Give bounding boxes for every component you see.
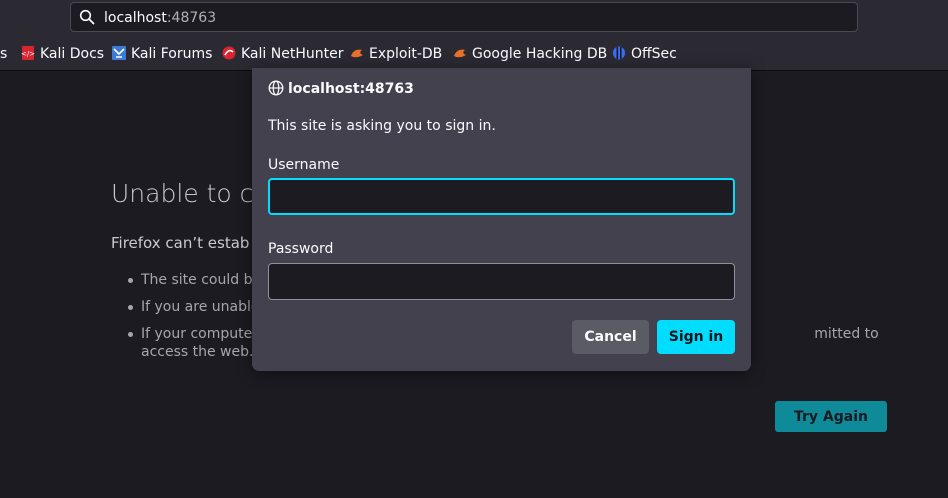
bookmark-label: OffSec xyxy=(631,46,677,62)
browser-toolbar: localhost:48763 s </> Kali Docs Kali For… xyxy=(0,0,948,71)
bookmark-label: s xyxy=(0,46,8,62)
bookmark-offsec[interactable]: OffSec xyxy=(612,44,677,64)
exploit-db-icon xyxy=(454,49,466,58)
kali-docs-icon: </> xyxy=(21,46,35,60)
dialog-origin: localhost:48763 xyxy=(268,80,414,97)
bookmark-google-hacking-db[interactable]: Google Hacking DB xyxy=(453,44,607,64)
password-label: Password xyxy=(268,241,334,257)
bookmark-label: Kali Docs xyxy=(40,46,105,62)
username-field[interactable] xyxy=(268,178,735,215)
url-bar[interactable]: localhost:48763 xyxy=(70,2,858,32)
username-label: Username xyxy=(268,157,340,173)
bookmark-truncated[interactable]: s xyxy=(0,44,7,64)
offsec-icon xyxy=(613,46,625,60)
sign-in-button[interactable]: Sign in xyxy=(657,320,735,354)
dialog-message: This site is asking you to sign in. xyxy=(268,118,496,134)
error-title: Unable to co xyxy=(111,179,269,208)
kali-forums-icon xyxy=(112,46,126,60)
dialog-origin-text: localhost:48763 xyxy=(288,81,414,97)
globe-icon xyxy=(268,80,284,96)
bookmark-label: Kali Forums xyxy=(131,46,213,62)
bookmark-label: Kali NetHunter xyxy=(241,46,344,62)
search-icon xyxy=(79,9,95,25)
sign-in-dialog: localhost:48763 This site is asking you … xyxy=(252,68,751,371)
url-port: :48763 xyxy=(166,10,217,26)
bookmark-kali-forums[interactable]: Kali Forums xyxy=(112,44,212,64)
error-description: Firefox can’t estab xyxy=(111,234,250,252)
bookmarks-toolbar: s </> Kali Docs Kali Forums Kali NetHunt… xyxy=(0,42,948,66)
url-host: localhost xyxy=(104,10,167,26)
kali-nethunter-icon xyxy=(222,46,236,60)
url-text[interactable]: localhost:48763 xyxy=(104,9,216,27)
password-field[interactable] xyxy=(268,263,735,300)
bookmark-label: Google Hacking DB xyxy=(472,46,608,62)
bookmark-exploit-db[interactable]: Exploit-DB xyxy=(350,44,442,64)
cancel-button[interactable]: Cancel xyxy=(572,320,649,354)
exploit-db-icon xyxy=(351,49,363,58)
svg-text:</>: </> xyxy=(21,50,35,58)
bookmark-kali-nethunter[interactable]: Kali NetHunter xyxy=(222,44,343,64)
bookmark-label: Exploit-DB xyxy=(369,46,443,62)
try-again-button[interactable]: Try Again xyxy=(775,401,887,432)
bookmark-kali-docs[interactable]: </> Kali Docs xyxy=(21,44,104,64)
